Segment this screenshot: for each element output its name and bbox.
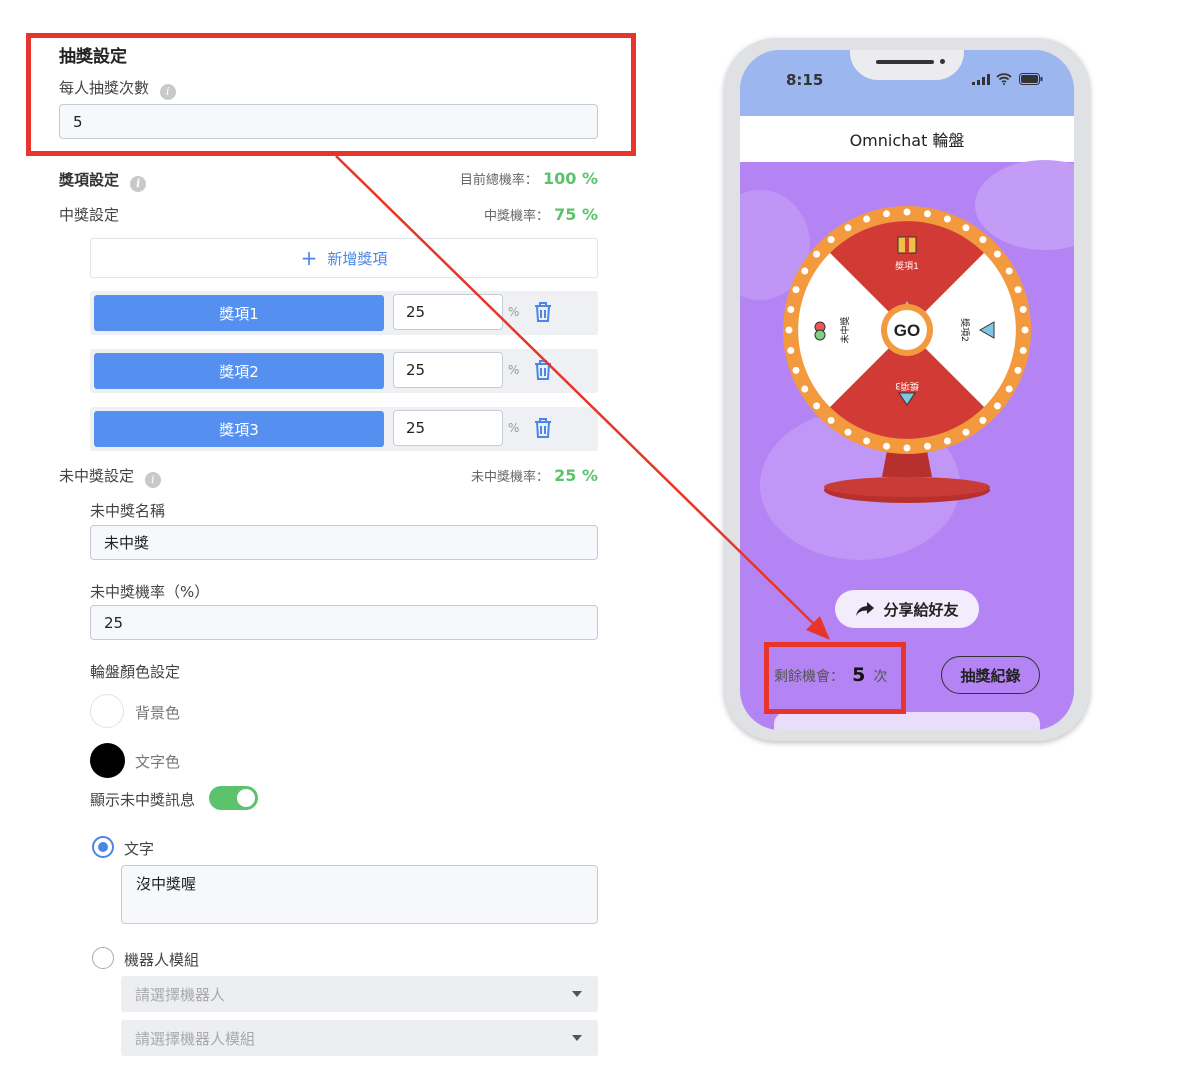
connector-arrow (335, 155, 830, 640)
